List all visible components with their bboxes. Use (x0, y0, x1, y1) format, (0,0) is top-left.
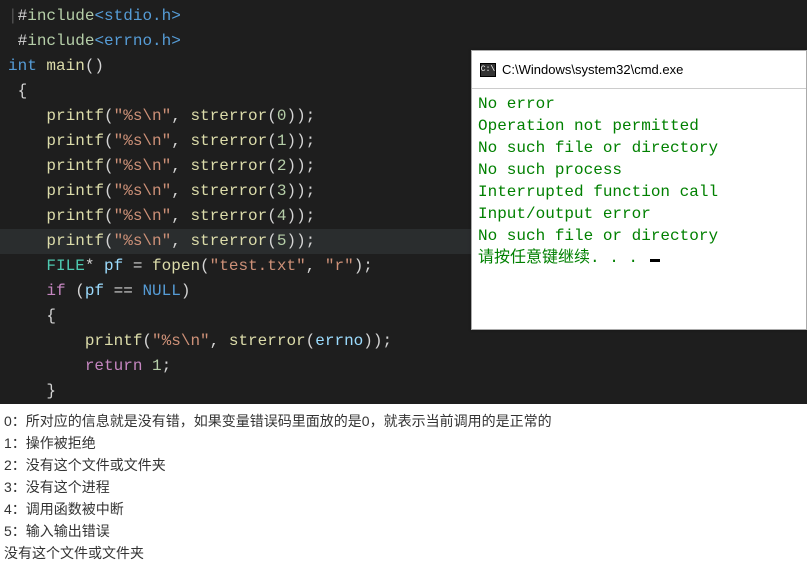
note-line: 2：没有这个文件或文件夹 (4, 454, 803, 476)
note-line: 3：没有这个进程 (4, 476, 803, 498)
note-line: 没有这个文件或文件夹 (4, 542, 803, 564)
note-line: 4：调用函数被中断 (4, 498, 803, 520)
console-line: No such file or directory (478, 225, 800, 247)
note-line: 0：所对应的信息就是没有错，如果变量错误码里面放的是0，就表示当前调用的是正常的 (4, 410, 803, 432)
note-line: 5：输入输出错误 (4, 520, 803, 542)
code-line: |#include<stdio.h> (8, 4, 799, 29)
console-window: C:\ C:\Windows\system32\cmd.exe No error… (471, 50, 807, 330)
console-line: No such file or directory (478, 137, 800, 159)
console-line: Operation not permitted (478, 115, 800, 137)
code-line: printf("%s\n", strerror(errno)); (8, 329, 799, 354)
console-title: C:\Windows\system32\cmd.exe (502, 57, 683, 82)
note-line: 1：操作被拒绝 (4, 432, 803, 454)
code-editor: |#include<stdio.h> #include<errno.h>int … (0, 0, 807, 404)
console-line: 请按任意键继续. . . (478, 247, 800, 269)
console-line: No error (478, 93, 800, 115)
console-titlebar: C:\ C:\Windows\system32\cmd.exe (472, 51, 806, 89)
cmd-icon: C:\ (480, 63, 496, 77)
console-line: Interrupted function call (478, 181, 800, 203)
console-line: Input/output error (478, 203, 800, 225)
code-line: } (8, 379, 799, 404)
notes-section: 0：所对应的信息就是没有错，如果变量错误码里面放的是0，就表示当前调用的是正常的… (0, 404, 807, 570)
cursor-icon (650, 259, 660, 262)
console-line: No such process (478, 159, 800, 181)
code-line: return 1; (8, 354, 799, 379)
console-output: No errorOperation not permittedNo such f… (472, 89, 806, 329)
